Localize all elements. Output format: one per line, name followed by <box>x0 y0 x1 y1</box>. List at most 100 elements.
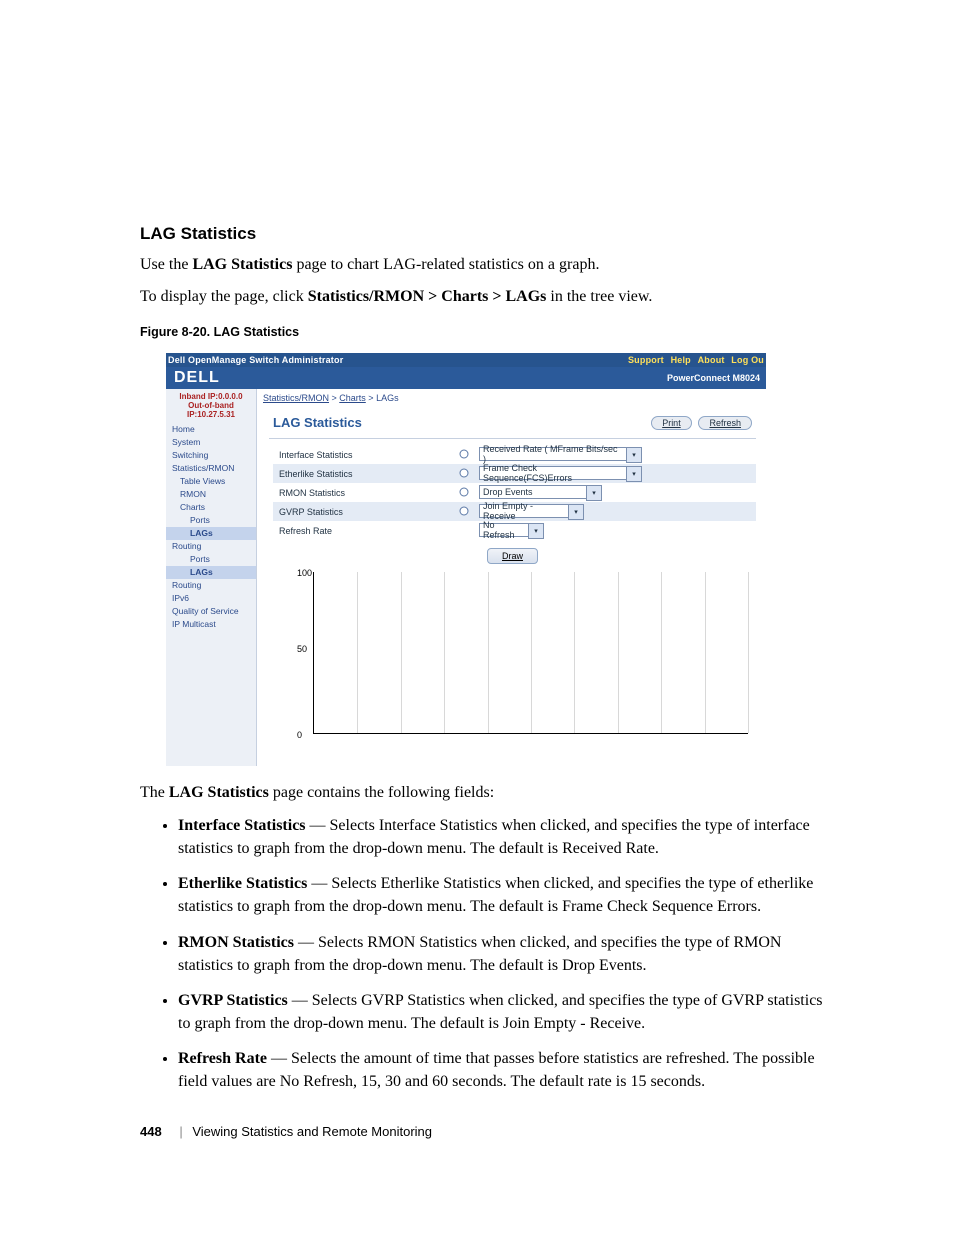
chevron-down-icon[interactable]: ▾ <box>586 485 602 501</box>
text: in the tree view. <box>546 288 652 305</box>
intro-text-2: To display the page, click Statistics/RM… <box>140 286 836 308</box>
footer-sep: | <box>179 1124 182 1139</box>
link-help[interactable]: Help <box>671 355 691 365</box>
breadcrumb-current: LAGs <box>376 393 399 403</box>
breadcrumb-link[interactable]: Statistics/RMON <box>263 393 329 403</box>
link-about[interactable]: About <box>698 355 725 365</box>
option-row: Refresh Rate No Refresh▾ <box>273 521 756 540</box>
divider <box>269 438 756 439</box>
field-name: Interface Statistics <box>178 817 306 834</box>
list-item: Etherlike Statistics — Selects Etherlike… <box>178 872 836 918</box>
sidebar-item[interactable]: Ports <box>166 553 256 566</box>
select-value[interactable]: No Refresh <box>479 523 529 537</box>
text-bold: Statistics/RMON > Charts > LAGs <box>308 288 547 305</box>
gridline <box>748 572 749 733</box>
section-heading: LAG Statistics <box>140 224 836 244</box>
chart-axes <box>313 572 748 734</box>
text: To display the page, click <box>140 288 308 305</box>
gridline <box>531 572 532 733</box>
sidebar-item[interactable]: IP Multicast <box>166 618 256 631</box>
sidebar-item[interactable]: Home <box>166 423 256 436</box>
chevron-down-icon[interactable]: ▾ <box>528 523 544 539</box>
fields-list: Interface Statistics — Selects Interface… <box>152 814 836 1094</box>
product-name: PowerConnect M8024 <box>667 373 760 383</box>
gridline <box>705 572 706 733</box>
y-tick-label: 0 <box>297 730 302 740</box>
outofband-ip: Out-of-band IP:10.27.5.31 <box>168 402 254 420</box>
radio-button[interactable] <box>449 468 479 480</box>
field-name: Refresh Rate <box>178 1050 267 1067</box>
sidebar-item[interactable]: RMON <box>166 488 256 501</box>
sidebar-item[interactable]: Routing <box>166 540 256 553</box>
field-name: Etherlike Statistics <box>178 875 307 892</box>
gridline <box>488 572 489 733</box>
sidebar: Inband IP:0.0.0.0 Out-of-band IP:10.27.5… <box>166 389 257 766</box>
sidebar-item[interactable]: Switching <box>166 449 256 462</box>
fields-intro: The LAG Statistics page contains the fol… <box>140 782 836 804</box>
select-value[interactable]: Frame Check Sequence(FCS)Errors <box>479 466 627 480</box>
intro-text-1: Use the LAG Statistics page to chart LAG… <box>140 254 836 276</box>
list-item: GVRP Statistics — Selects GVRP Statistic… <box>178 989 836 1035</box>
gridline <box>444 572 445 733</box>
sidebar-item[interactable]: Quality of Service <box>166 605 256 618</box>
page-footer: 448 | Viewing Statistics and Remote Moni… <box>140 1124 432 1139</box>
footer-chapter: Viewing Statistics and Remote Monitoring <box>192 1124 432 1139</box>
sidebar-item[interactable]: System <box>166 436 256 449</box>
option-label: GVRP Statistics <box>273 507 449 517</box>
field-name: RMON Statistics <box>178 934 294 951</box>
y-tick-label: 100 <box>297 568 312 578</box>
select-value[interactable]: Join Empty - Receive <box>479 504 569 518</box>
radio-button[interactable] <box>449 487 479 499</box>
window-top-links: Support Help About Log Ou <box>624 355 764 365</box>
radio-button[interactable] <box>449 506 479 518</box>
list-item: Refresh Rate — Selects the amount of tim… <box>178 1047 836 1093</box>
sidebar-item[interactable]: IPv6 <box>166 592 256 605</box>
options-table: Interface Statistics Received Rate ( MFra… <box>273 445 756 540</box>
option-label: Etherlike Statistics <box>273 469 449 479</box>
sidebar-item[interactable]: Table Views <box>166 475 256 488</box>
lag-chart: 100 50 0 <box>297 572 748 740</box>
sidebar-ip-info: Inband IP:0.0.0.0 Out-of-band IP:10.27.5… <box>168 393 254 419</box>
option-label: Interface Statistics <box>273 450 449 460</box>
sidebar-item[interactable]: Routing <box>166 579 256 592</box>
chevron-down-icon[interactable]: ▾ <box>568 504 584 520</box>
sidebar-item[interactable]: Statistics/RMON <box>166 462 256 475</box>
window-title: Dell OpenManage Switch Administrator <box>168 355 343 365</box>
gridline <box>574 572 575 733</box>
sidebar-item[interactable]: Charts <box>166 501 256 514</box>
gridline <box>618 572 619 733</box>
dell-logo: DELL <box>172 369 220 387</box>
brand-bar: DELL PowerConnect M8024 <box>166 367 766 389</box>
option-row: RMON StatisticsDrop Events▾ <box>273 483 756 502</box>
text-bold: LAG Statistics <box>192 256 292 273</box>
refresh-button[interactable]: Refresh <box>698 416 752 430</box>
chevron-down-icon[interactable]: ▾ <box>626 447 642 463</box>
text: page to chart LAG-related statistics on … <box>292 256 599 273</box>
field-desc: — Selects the amount of time that passes… <box>178 1050 815 1090</box>
page-title: LAG Statistics <box>273 415 362 430</box>
breadcrumb-link[interactable]: Charts <box>339 393 366 403</box>
option-row: Interface Statistics Received Rate ( MFra… <box>273 445 756 464</box>
link-support[interactable]: Support <box>628 355 664 365</box>
page-number: 448 <box>140 1124 162 1139</box>
breadcrumb: Statistics/RMON > Charts > LAGs <box>263 393 766 403</box>
select-value[interactable]: Received Rate ( MFrame Bits/sec ) <box>479 447 627 461</box>
radio-button[interactable] <box>449 449 479 461</box>
select-value[interactable]: Drop Events <box>479 485 587 499</box>
sidebar-item[interactable]: LAGs <box>166 566 256 579</box>
y-tick-label: 50 <box>297 644 307 654</box>
option-label: Refresh Rate <box>273 526 449 536</box>
print-button[interactable]: Print <box>651 416 692 430</box>
draw-button[interactable]: Draw <box>487 548 538 564</box>
list-item: Interface Statistics — Selects Interface… <box>178 814 836 860</box>
sidebar-item[interactable]: LAGs <box>166 527 256 540</box>
option-row: GVRP Statistics Join Empty - Receive▾ <box>273 502 756 521</box>
main-panel: Statistics/RMON > Charts > LAGs LAG Stat… <box>257 389 766 766</box>
chevron-down-icon[interactable]: ▾ <box>626 466 642 482</box>
link-logout[interactable]: Log Ou <box>731 355 764 365</box>
sidebar-item[interactable]: Ports <box>166 514 256 527</box>
field-name: GVRP Statistics <box>178 992 288 1009</box>
text: page contains the following fields: <box>269 784 494 801</box>
list-item: RMON Statistics — Selects RMON Statistic… <box>178 931 836 977</box>
option-row: Etherlike Statistics Frame Check Sequence… <box>273 464 756 483</box>
